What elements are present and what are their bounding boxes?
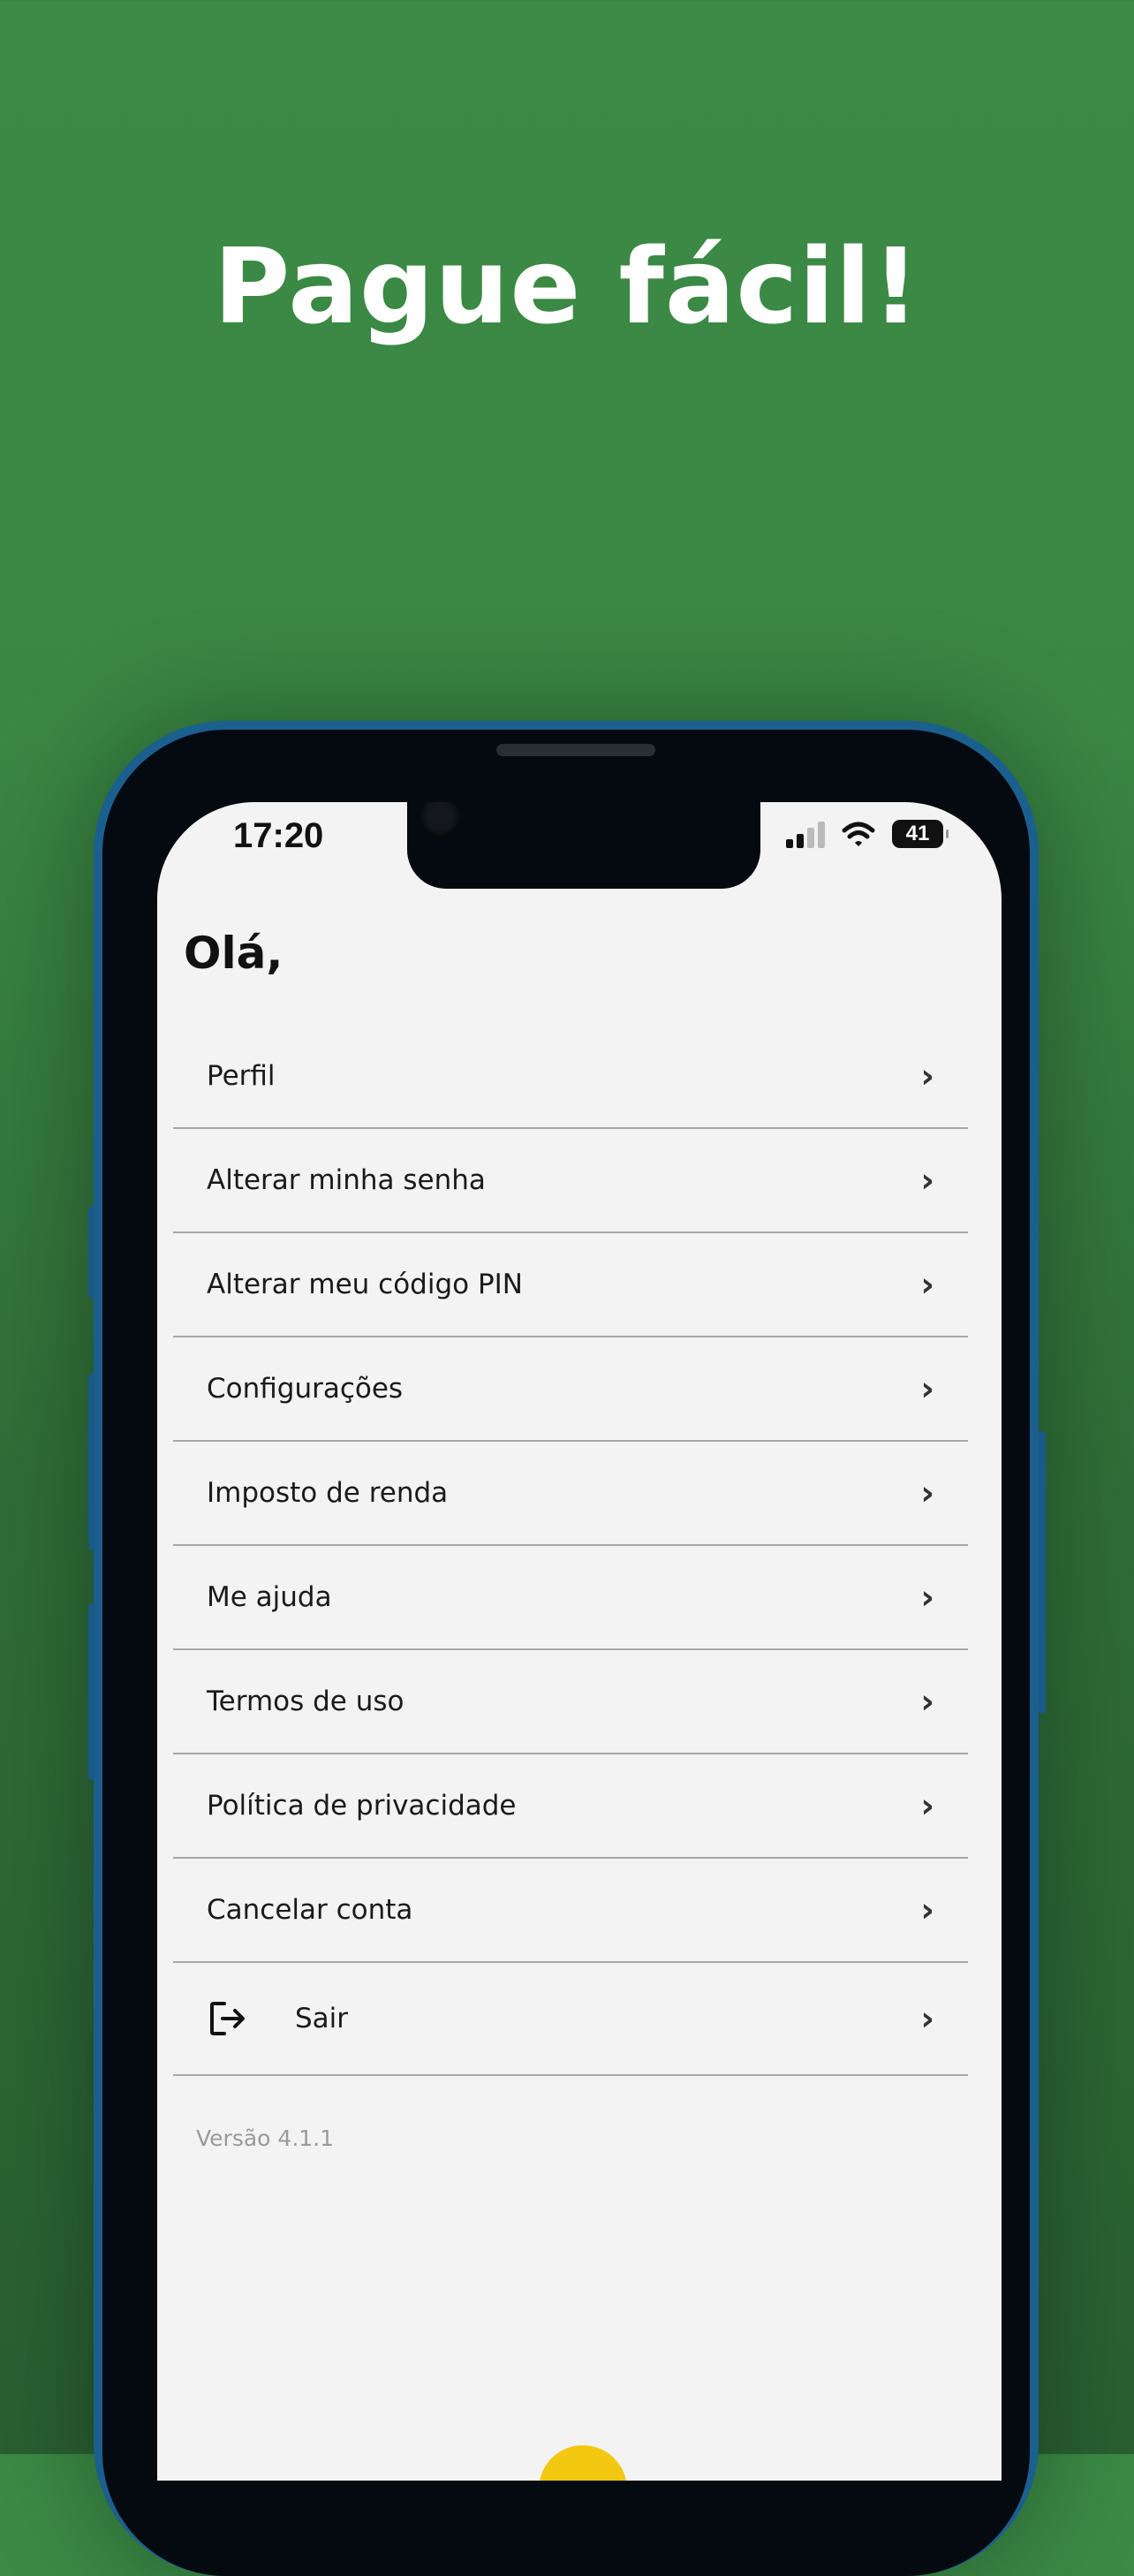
chevron-right-icon: › (920, 1999, 934, 2038)
menu-item-alterar-senha[interactable]: Alterar minha senha › (173, 1129, 968, 1233)
wifi-icon (842, 822, 875, 846)
volume-up-button (88, 1206, 95, 1299)
menu-item-label: Política de privacidade (207, 1790, 517, 1822)
menu-item-perfil[interactable]: Perfil › (173, 1025, 968, 1129)
menu-item-label: Alterar meu código PIN (207, 1269, 523, 1300)
volume-down-button (88, 1374, 95, 1550)
chevron-right-icon: › (920, 1369, 934, 1408)
chevron-right-icon: › (920, 1161, 934, 1200)
menu-item-label: Alterar minha senha (207, 1164, 486, 1196)
notch (407, 802, 760, 889)
phone-speaker (496, 744, 655, 756)
cellular-signal-icon (786, 820, 825, 848)
chevron-right-icon: › (920, 1682, 934, 1721)
settings-menu: Perfil › Alterar minha senha › Alterar m… (173, 1025, 968, 2076)
app-version: Versão 4.1.1 (196, 2125, 335, 2151)
status-time: 17:20 (233, 816, 324, 855)
greeting-heading: Olá, (184, 928, 284, 979)
front-camera (420, 802, 459, 836)
menu-item-label: Termos de uso (207, 1686, 404, 1717)
menu-item-configuracoes[interactable]: Configurações › (173, 1337, 968, 1442)
promo-headline: Pague fácil! (213, 225, 921, 347)
logout-icon (207, 1998, 295, 2039)
menu-item-imposto-renda[interactable]: Imposto de renda › (173, 1442, 968, 1546)
home-action-button[interactable] (539, 2445, 627, 2481)
battery-icon: 41 (892, 820, 949, 848)
menu-item-politica-privacidade[interactable]: Política de privacidade › (173, 1754, 968, 1859)
menu-item-label: Configurações (207, 1373, 404, 1405)
menu-item-sair[interactable]: Sair › (173, 1963, 968, 2076)
chevron-right-icon: › (920, 1786, 934, 1825)
chevron-right-icon: › (920, 1474, 934, 1512)
chevron-right-icon: › (920, 1890, 934, 1929)
chevron-right-icon: › (920, 1057, 934, 1095)
chevron-right-icon: › (920, 1578, 934, 1617)
menu-item-cancelar-conta[interactable]: Cancelar conta › (173, 1859, 968, 1963)
phone-screen: 17:20 41 Olá, Perfil › Alterar minha sen… (157, 802, 1002, 2481)
menu-item-label: Imposto de renda (207, 1477, 449, 1509)
menu-item-termos-uso[interactable]: Termos de uso › (173, 1650, 968, 1754)
menu-item-label: Me ajuda (207, 1581, 332, 1613)
power-button (1039, 1431, 1046, 1714)
silent-switch (88, 1603, 95, 1780)
menu-item-alterar-pin[interactable]: Alterar meu código PIN › (173, 1233, 968, 1337)
status-icons: 41 (786, 820, 949, 848)
menu-item-label: Perfil (207, 1060, 276, 1092)
menu-item-me-ajuda[interactable]: Me ajuda › (173, 1546, 968, 1650)
logout-label: Sair (295, 2003, 349, 2034)
menu-item-label: Cancelar conta (207, 1894, 413, 1926)
chevron-right-icon: › (920, 1265, 934, 1304)
